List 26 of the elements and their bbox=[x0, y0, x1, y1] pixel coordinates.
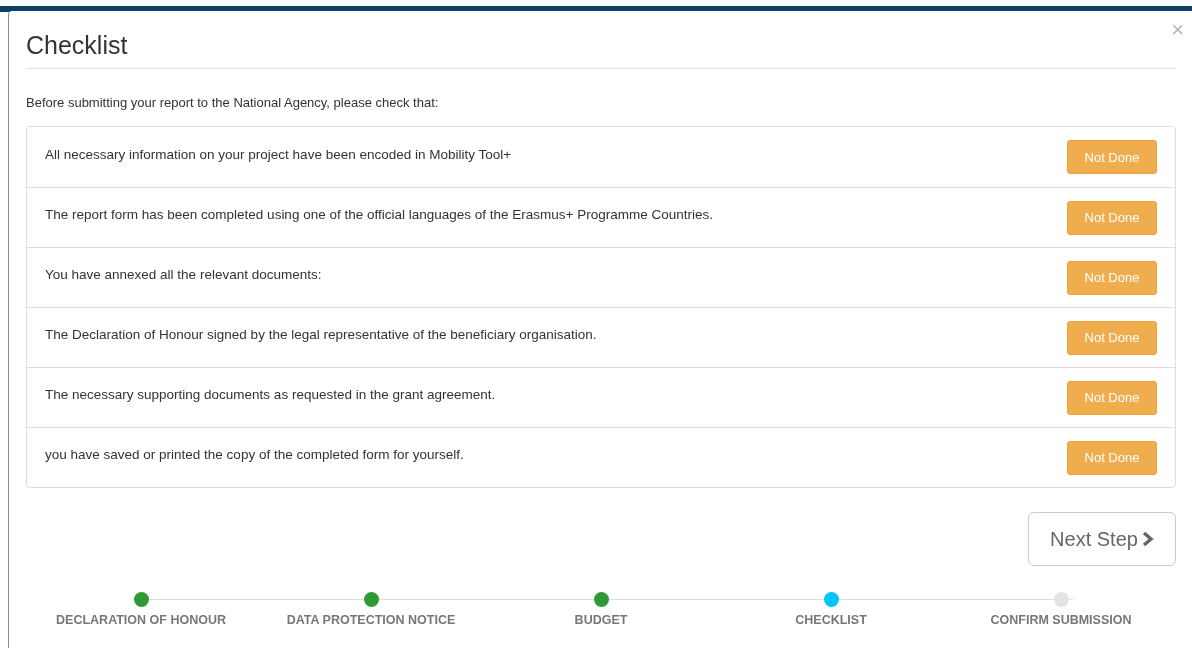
step-label: DATA PROTECTION NOTICE bbox=[286, 613, 456, 627]
step-label: DECLARATION OF HONOUR bbox=[56, 613, 226, 627]
checklist-item-text: You have annexed all the relevant documents: bbox=[45, 267, 322, 282]
chevron-right-icon bbox=[1141, 531, 1154, 547]
step-dot bbox=[133, 592, 149, 607]
checklist-item-text: The necessary supporting documents as requested in the grant agreement. bbox=[45, 387, 496, 402]
checklist-item-text: The report form has been completed using one of the official languages of the Erasmus+ Programme Countries. bbox=[45, 207, 713, 222]
status-button[interactable]: Not Done bbox=[1067, 320, 1157, 355]
next-step-button[interactable]: Next Step bbox=[1028, 512, 1176, 566]
step-dot bbox=[823, 592, 839, 607]
checklist-item-text: The Declaration of Honour signed by the legal representative of the beneficiary organisation. bbox=[45, 327, 597, 342]
status-button[interactable]: Not Done bbox=[1067, 440, 1157, 475]
checklist-item-text: All necessary information on your project have been encoded in Mobility Tool+ bbox=[45, 146, 512, 162]
step-dot bbox=[363, 592, 379, 607]
step-label: CHECKLIST bbox=[795, 613, 867, 627]
checklist-item-text: you have saved or printed the copy of the completed form for yourself. bbox=[45, 447, 464, 462]
step-label: BUDGET bbox=[574, 613, 628, 627]
step-label: CONFIRM SUBMISSION bbox=[990, 613, 1132, 627]
status-button[interactable]: Not Done bbox=[1067, 140, 1157, 174]
step-dot bbox=[593, 592, 609, 607]
status-button[interactable]: Not Done bbox=[1067, 260, 1157, 295]
dialog-title: Checklist bbox=[26, 31, 128, 60]
status-button[interactable]: Not Done bbox=[1067, 200, 1157, 235]
intro-text: Before submitting your report to the National Agency, please check that: bbox=[26, 95, 440, 110]
status-button[interactable]: Not Done bbox=[1067, 380, 1157, 415]
close-button[interactable]: × bbox=[1171, 19, 1184, 41]
